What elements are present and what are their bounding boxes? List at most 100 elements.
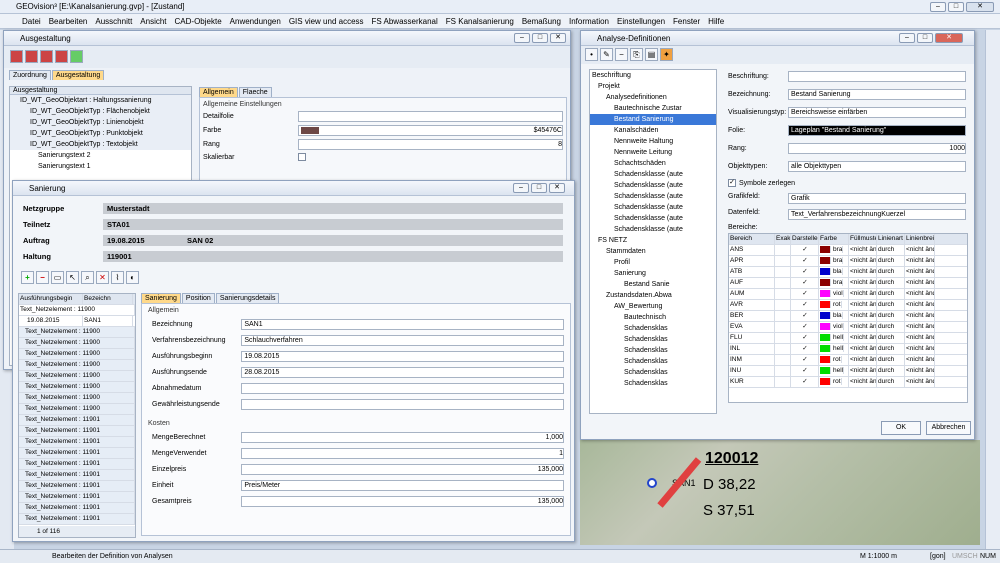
analyse-tree-item[interactable]: Nennweite Leitung — [590, 147, 716, 158]
ausgestaltung-tree-item[interactable]: Sanierungstext 2 — [10, 150, 191, 161]
print-icon[interactable]: ▭ — [51, 271, 64, 284]
form-input[interactable] — [241, 399, 564, 410]
analyse-tree-item[interactable]: Bestand Sanierung — [590, 114, 716, 125]
bereiche-col-header[interactable]: Farbe — [819, 234, 849, 244]
farbe-cell[interactable]: bla — [819, 267, 849, 277]
fuellmuster-cell[interactable]: <nicht änd — [849, 256, 877, 266]
tb-save-icon[interactable]: ▤ — [645, 48, 658, 61]
analyse-tree-item[interactable]: Schadensklas — [590, 367, 716, 378]
bereiche-row[interactable]: BER ✓ bla <nicht änddurch<nicht änd — [729, 311, 967, 322]
exakt-cell[interactable] — [775, 366, 791, 376]
bereiche-col-header[interactable]: Darsteller — [791, 234, 819, 244]
ausgestaltung-min-button[interactable]: – — [514, 33, 530, 43]
link-icon[interactable]: ⌇ — [111, 271, 124, 284]
table-row[interactable]: Text_Netzelement : 11901 — [19, 481, 135, 492]
analyse-tree-item[interactable]: Schadensklasse (aute — [590, 224, 716, 235]
bereiche-row[interactable]: EVA ✓ viol <nicht änddurch<nicht änd — [729, 322, 967, 333]
form-input[interactable]: 135,000 — [241, 464, 564, 475]
form-input[interactable]: Schlauchverfahren — [241, 335, 564, 346]
linienart-cell[interactable]: durch — [877, 245, 905, 255]
fuellmuster-cell[interactable]: <nicht änd — [849, 278, 877, 288]
farbe-cell[interactable]: rot — [819, 355, 849, 365]
right-toolbar[interactable] — [985, 30, 1000, 549]
col-header-ausfuehrung[interactable]: Ausführungsbegin — [19, 294, 83, 304]
analyse-tree-item[interactable]: Schadensklas — [590, 323, 716, 334]
exakt-cell[interactable] — [775, 267, 791, 277]
bereiche-row[interactable]: INM ✓ rot <nicht änddurch<nicht änd — [729, 355, 967, 366]
exakt-cell[interactable] — [775, 377, 791, 387]
linienart-cell[interactable]: durch — [877, 267, 905, 277]
menu-item-9[interactable]: Bemaßung — [518, 14, 565, 28]
linienbreite-cell[interactable]: <nicht änd — [905, 377, 935, 387]
menu-item-11[interactable]: Einstellungen — [613, 14, 669, 28]
bereiche-col-header[interactable]: Füllmuster — [849, 234, 877, 244]
bereiche-col-header[interactable]: Linienart — [877, 234, 905, 244]
analyse-tree[interactable]: Beschriftung Projekt Analysedefinitionen Ba… — [589, 69, 717, 414]
menu-item-7[interactable]: FS Abwasserkanal — [368, 14, 442, 28]
linienart-cell[interactable]: durch — [877, 377, 905, 387]
table-row[interactable]: Text_Netzelement : 11900 — [19, 382, 135, 393]
menu-item-13[interactable]: Hilfe — [704, 14, 728, 28]
table-row[interactable]: Text_Netzelement : 11900 — [19, 393, 135, 404]
toolbar-icon-5[interactable] — [70, 50, 83, 63]
ausgestaltung-close-button[interactable]: ✕ — [550, 33, 566, 43]
exakt-cell[interactable] — [775, 333, 791, 343]
farbe-cell[interactable]: hell — [819, 366, 849, 376]
close-button[interactable]: ✕ — [966, 2, 994, 12]
bereiche-col-header[interactable]: Linienbreit — [905, 234, 935, 244]
linienart-cell[interactable]: durch — [877, 289, 905, 299]
analyse-tree-item[interactable]: Sanierung — [590, 268, 716, 279]
analyse-tree-item[interactable]: Bestand Sanie — [590, 279, 716, 290]
analyse-tree-item[interactable]: Schachtschäden — [590, 158, 716, 169]
analyse-close-button[interactable]: ✕ — [935, 33, 963, 43]
form-input[interactable]: 1,000 — [241, 432, 564, 443]
sanierung-grid[interactable]: Ausführungsbegin Bezeichn Text_Netzelemen… — [18, 293, 136, 538]
fuellmuster-cell[interactable]: <nicht änd — [849, 322, 877, 332]
fuellmuster-cell[interactable]: <nicht änd — [849, 311, 877, 321]
col-header-bezeichnung[interactable]: Bezeichn — [83, 294, 133, 304]
bereiche-row[interactable]: KUR ✓ rot <nicht änddurch<nicht änd — [729, 377, 967, 388]
form-input[interactable]: SAN1 — [241, 319, 564, 330]
table-row[interactable]: Text_Netzelement : 11900 — [19, 360, 135, 371]
darsteller-cell[interactable]: ✓ — [791, 322, 819, 332]
table-row[interactable]: Text_Netzelement : 11901 — [19, 470, 135, 481]
analyse-tree-item[interactable]: Schadensklasse (aute — [590, 191, 716, 202]
form-input[interactable]: 28.08.2015 — [241, 367, 564, 378]
tb-copy-icon[interactable]: ⎘ — [630, 48, 643, 61]
menu-item-12[interactable]: Fenster — [669, 14, 704, 28]
manhole-icon[interactable] — [647, 478, 657, 488]
farbe-cell[interactable]: viol — [819, 289, 849, 299]
linienart-cell[interactable]: durch — [877, 311, 905, 321]
analyse-tree-item[interactable]: Bautechnische Zustar — [590, 103, 716, 114]
table-row[interactable]: Text_Netzelement : 11901 — [19, 503, 135, 514]
farbe-cell[interactable]: bra — [819, 278, 849, 288]
farbe-cell[interactable]: viol — [819, 322, 849, 332]
analyse-tree-item[interactable]: Schadensklasse (aute — [590, 202, 716, 213]
linienart-cell[interactable]: durch — [877, 333, 905, 343]
analyse-tree-item[interactable]: Kanalschäden — [590, 125, 716, 136]
analyse-tree-item[interactable]: Schadensklasse (aute — [590, 213, 716, 224]
form-input[interactable]: 135,000 — [241, 496, 564, 507]
analyse-tree-item[interactable]: Schadensklas — [590, 356, 716, 367]
analyse-tree-item[interactable]: Schadensklasse (aute — [590, 180, 716, 191]
selected-row-date[interactable]: 19.08.2015 — [19, 316, 83, 326]
prop-value[interactable]: $45476C — [298, 125, 563, 136]
analyse-field-input[interactable]: Bereichsweise einfärben — [788, 107, 966, 118]
darsteller-cell[interactable]: ✓ — [791, 300, 819, 310]
analyse-tree-item[interactable]: Schadensklas — [590, 378, 716, 389]
table-row[interactable]: Text_Netzelement : 11901 — [19, 492, 135, 503]
linienbreite-cell[interactable]: <nicht änd — [905, 278, 935, 288]
maximize-button[interactable]: □ — [948, 2, 964, 12]
darsteller-cell[interactable]: ✓ — [791, 355, 819, 365]
analyse-tree-item[interactable]: Analysedefinitionen — [590, 92, 716, 103]
table-row[interactable]: Text_Netzelement : 11900 — [19, 349, 135, 360]
analyse-field-input[interactable]: alle Objekttypen — [788, 161, 966, 172]
linienbreite-cell[interactable]: <nicht änd — [905, 245, 935, 255]
analyse-tree-item[interactable]: Schadensklasse (aute — [590, 169, 716, 180]
sanierung-tab-1[interactable]: Position — [181, 293, 215, 303]
analyse-tree-item[interactable]: Nennweite Haltung — [590, 136, 716, 147]
menu-item-5[interactable]: Anwendungen — [226, 14, 285, 28]
toolbar-icon-3[interactable] — [40, 50, 53, 63]
analyse-field-input[interactable]: 1000 — [788, 143, 966, 154]
grafikfeld-select[interactable]: Grafik — [788, 193, 966, 204]
